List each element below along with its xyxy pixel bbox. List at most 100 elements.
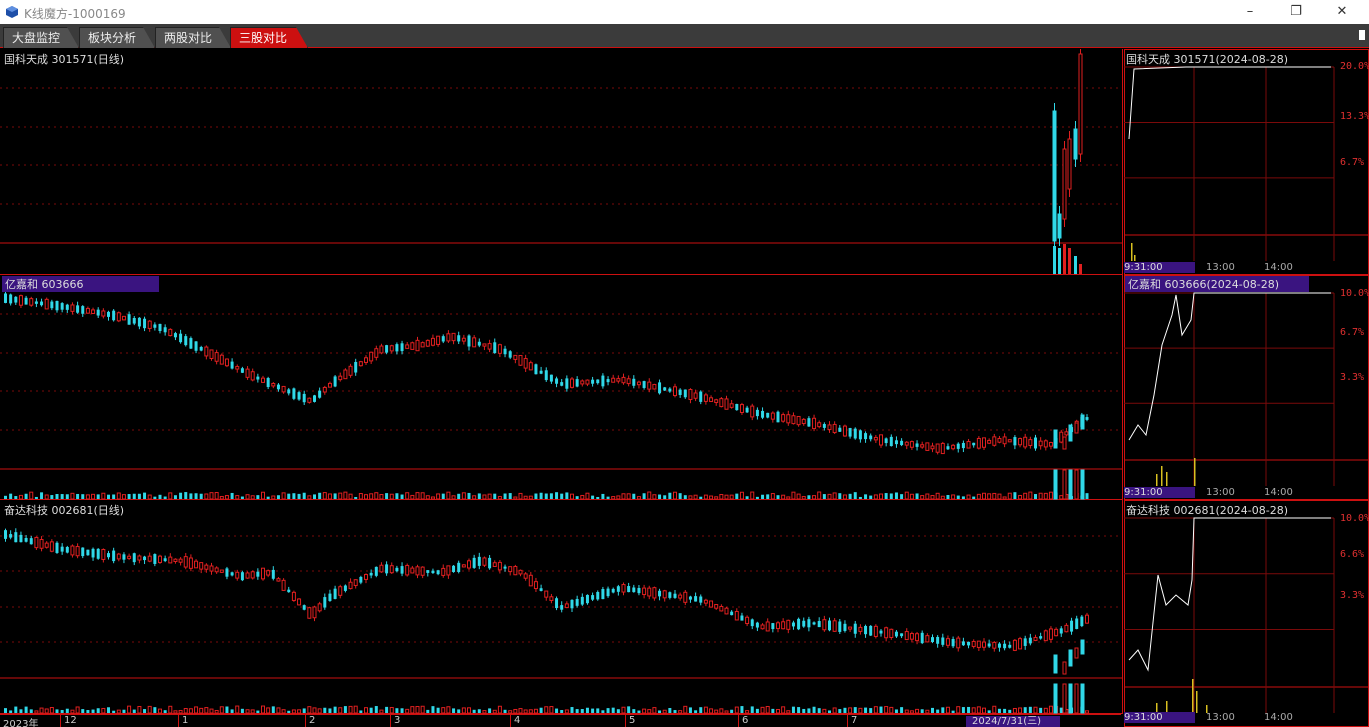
volume-bar (4, 708, 7, 713)
candle (34, 301, 38, 304)
volume-bar (714, 496, 719, 500)
volume-bar (642, 493, 646, 499)
candle (662, 590, 667, 599)
volume-bar (1048, 491, 1053, 500)
volume-bar (817, 491, 822, 500)
cursor-date: 2024/7/31(三) (966, 716, 1060, 727)
candle (147, 555, 152, 562)
candle (179, 333, 183, 343)
candle (137, 317, 141, 327)
volume-bar (112, 494, 116, 499)
candle (637, 587, 641, 594)
candle (441, 336, 445, 342)
volume-bar (621, 493, 626, 500)
time-tick: 7 (847, 715, 857, 727)
candle (982, 641, 986, 648)
volume-bar (776, 495, 780, 499)
volume-bar (827, 493, 832, 500)
candle (107, 311, 110, 317)
volume-bar (1068, 248, 1071, 274)
candle (245, 368, 250, 378)
intraday-chart-1[interactable]: 国科天成 301571(2024-08-28) 20.0% 13.3% 6.7%… (1124, 49, 1369, 275)
volume-bar (261, 491, 265, 500)
candle (791, 622, 795, 627)
candle (699, 596, 703, 603)
candle (930, 445, 935, 450)
volume-bar (452, 708, 456, 713)
stock-2-time-open: 9:31:00 (1124, 487, 1195, 498)
candle (235, 571, 240, 579)
candle (143, 556, 147, 561)
candle (1080, 639, 1085, 655)
stock-2-time-13: 13:00 (1206, 487, 1235, 498)
candle (209, 349, 214, 359)
candle (55, 542, 59, 553)
candle (982, 437, 986, 448)
candle (760, 624, 765, 630)
candle (132, 317, 136, 324)
volume-bar (1023, 492, 1028, 500)
candle (616, 378, 621, 382)
volume-bar (410, 706, 415, 714)
volume-bar (549, 706, 554, 714)
candle (477, 341, 481, 346)
daily-kline-chart-1[interactable]: 国科天成 301571(日线) (0, 49, 1123, 275)
candle (946, 446, 950, 450)
volume-bar (555, 492, 559, 499)
time-axis: 2023年 12 1 2 3 4 5 6 7 2024/7/31(三) (0, 714, 1121, 727)
candle (235, 366, 240, 370)
candle (513, 566, 518, 576)
candle (147, 320, 152, 329)
volume-bar (647, 491, 652, 500)
volume-bar (709, 708, 714, 714)
candle (219, 569, 224, 573)
candle (585, 379, 590, 385)
volume-bar (323, 707, 327, 713)
volume-bar (457, 709, 461, 713)
volume-bar (194, 706, 199, 714)
volume-bar (534, 493, 538, 499)
stock-2-time-14: 14:00 (1264, 487, 1293, 498)
candle (441, 567, 446, 576)
candle (616, 586, 620, 592)
volume-bar (250, 709, 255, 714)
tab-three-stock-compare[interactable]: 三股对比 (230, 27, 308, 48)
tab-market-monitor[interactable]: 大盘监控 (3, 27, 79, 48)
daily-kline-chart-3[interactable]: 奋达科技 002681(日线) (0, 500, 1123, 714)
volume-bar (920, 495, 925, 500)
stock-2-intraday-title: 亿嘉和 603666(2024-08-28) (1125, 276, 1309, 292)
candle (873, 625, 878, 637)
candle (153, 324, 157, 328)
daily-kline-chart-2[interactable]: 亿嘉和 603666 (0, 275, 1123, 500)
intraday-chart-2[interactable]: 亿嘉和 603666(2024-08-28) 10.0% 6.7% 3.3% 9… (1124, 275, 1369, 500)
volume-bar (884, 493, 888, 499)
volume-bar (606, 496, 610, 499)
volume-bar (204, 707, 209, 714)
candle (400, 343, 404, 352)
tab-scroll-indicator[interactable] (1359, 30, 1365, 40)
candle (4, 293, 7, 303)
candle (385, 564, 389, 574)
close-button[interactable]: ✕ (1319, 0, 1365, 24)
volume-bar (1023, 707, 1027, 713)
volume-bar (796, 493, 801, 500)
candle (318, 390, 322, 398)
volume-bar (261, 705, 265, 714)
candle (848, 428, 852, 437)
volume-bar (436, 707, 440, 713)
candle (621, 376, 626, 384)
time-tick: 3 (390, 715, 400, 727)
volume-bar (127, 494, 131, 499)
tab-two-stock-compare[interactable]: 两股对比 (155, 27, 231, 48)
maximize-button[interactable]: ❐ (1273, 0, 1319, 24)
candle (482, 557, 487, 566)
candle (430, 337, 435, 346)
volume-bar (642, 708, 647, 714)
candle (29, 538, 33, 545)
intraday-chart-3[interactable]: 奋达科技 002681(2024-08-28) 10.0% 6.6% 3.3% … (1124, 500, 1369, 727)
minimize-button[interactable]: – (1227, 0, 1273, 24)
volume-bar (627, 706, 631, 713)
candle (636, 381, 641, 386)
volume-bar (385, 706, 389, 713)
tab-sector-analysis[interactable]: 板块分析 (79, 27, 155, 48)
